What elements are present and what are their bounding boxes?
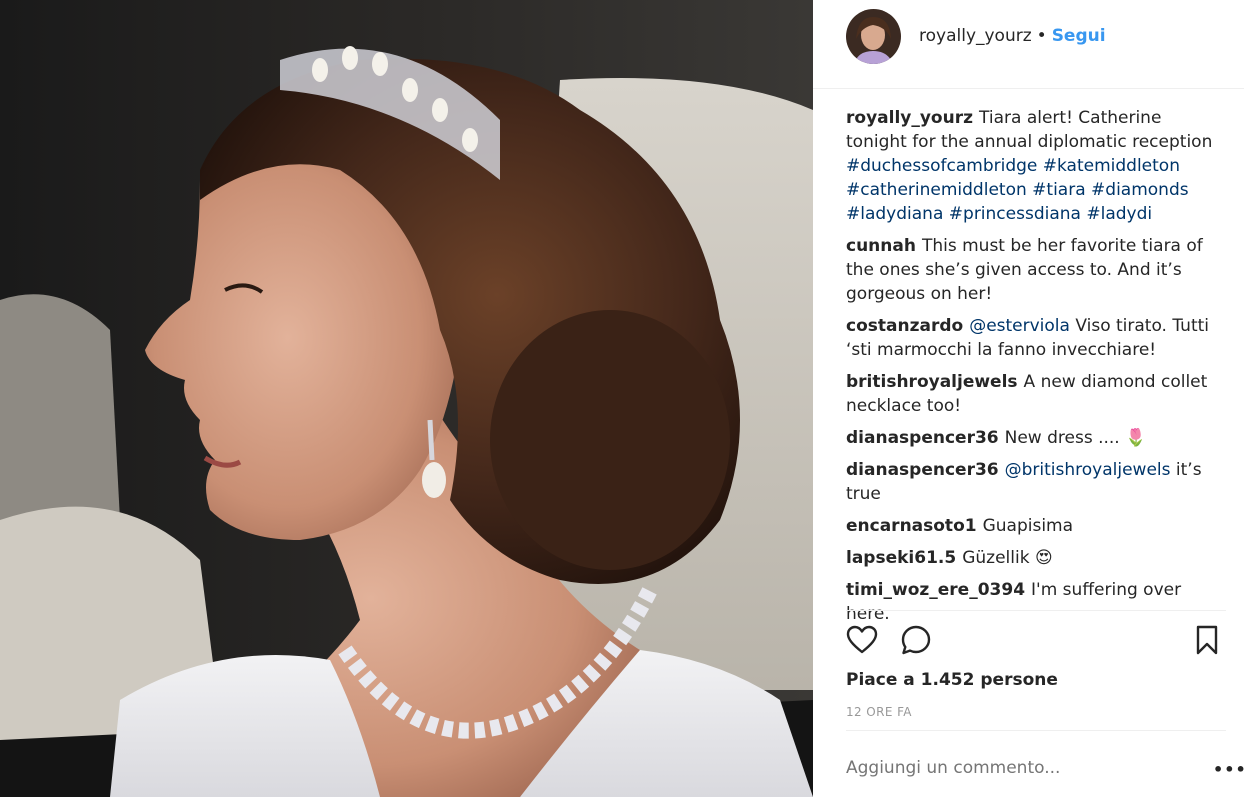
comment-item: dianaspencer36 New dress .... 🌷 — [846, 426, 1226, 450]
hashtag-link[interactable]: #diamonds — [1091, 180, 1189, 200]
post-timestamp[interactable]: 12 ORE FA — [846, 705, 912, 719]
more-options-icon[interactable]: ••• — [1213, 760, 1244, 779]
like-button[interactable] — [846, 624, 878, 660]
comment-text: Guapisima — [982, 516, 1074, 536]
comment-username[interactable]: encarnasoto1 — [846, 516, 977, 536]
comment-item: cunnah This must be her favorite tiara of… — [846, 234, 1226, 306]
avatar[interactable] — [846, 8, 901, 64]
comment-username[interactable]: britishroyaljewels — [846, 372, 1018, 392]
header-separator: • — [1036, 26, 1047, 46]
bookmark-icon — [1196, 625, 1218, 655]
comment-item: lapseki61.5 Güzellik 😍 — [846, 546, 1226, 570]
comment-bubble-icon — [901, 625, 931, 655]
comments-list: royally_yourz Tiara alert! Catherine toni… — [846, 106, 1226, 634]
comment-item: britishroyaljewels A new diamond collet n… — [846, 370, 1226, 418]
comment-item: timi_woz_ere_0394 I'm suffering over here… — [846, 578, 1226, 626]
add-comment-divider — [846, 730, 1226, 731]
hashtag-link[interactable]: #catherinemiddleton — [846, 180, 1027, 200]
post-side-panel: royally_yourz • Segui royally_yourz Tiara… — [813, 0, 1244, 797]
hashtag-link[interactable]: #tiara — [1032, 180, 1085, 200]
avatar-image — [846, 8, 901, 64]
comment-username[interactable]: costanzardo — [846, 316, 963, 336]
mention-link[interactable]: @britishroyaljewels — [1005, 460, 1171, 480]
header-divider — [813, 88, 1244, 89]
hashtag-link[interactable]: #princessdiana — [949, 204, 1081, 224]
post-caption: royally_yourz Tiara alert! Catherine toni… — [846, 106, 1226, 226]
hashtag-link[interactable]: #katemiddleton — [1043, 156, 1180, 176]
comment-username[interactable]: dianaspencer36 — [846, 460, 999, 480]
comment-username[interactable]: royally_yourz — [846, 108, 973, 128]
add-comment-input[interactable] — [846, 758, 1146, 778]
heart-icon — [846, 625, 878, 654]
likes-count[interactable]: Piace a 1.452 persone — [846, 670, 1058, 690]
comment-button[interactable] — [900, 624, 932, 660]
post-author-username[interactable]: royally_yourz — [919, 26, 1032, 46]
comment-username[interactable]: lapseki61.5 — [846, 548, 956, 568]
hashtag-link[interactable]: #ladydi — [1086, 204, 1152, 224]
post-header: royally_yourz • Segui — [813, 0, 1244, 72]
hashtag-link[interactable]: #duchessofcambridge — [846, 156, 1037, 176]
save-button[interactable] — [1191, 624, 1223, 660]
post-image — [0, 0, 813, 797]
mention-link[interactable]: @esterviola — [969, 316, 1070, 336]
actions-divider — [846, 610, 1226, 611]
comment-item: encarnasoto1 Guapisima — [846, 514, 1226, 538]
comment-item: dianaspencer36 @britishroyaljewels it’s t… — [846, 458, 1226, 506]
comment-text: New dress .... 🌷 — [1004, 428, 1147, 448]
comment-username[interactable]: timi_woz_ere_0394 — [846, 580, 1025, 600]
comment-username[interactable]: dianaspencer36 — [846, 428, 999, 448]
post-photo[interactable] — [0, 0, 813, 797]
comment-text: Güzellik 😍 — [962, 548, 1053, 568]
instagram-post: royally_yourz • Segui royally_yourz Tiara… — [0, 0, 1244, 797]
follow-button[interactable]: Segui — [1052, 26, 1106, 46]
comment-item: costanzardo @esterviola Viso tirato. Tutt… — [846, 314, 1226, 362]
hashtag-link[interactable]: #ladydiana — [846, 204, 943, 224]
comment-username[interactable]: cunnah — [846, 236, 916, 256]
